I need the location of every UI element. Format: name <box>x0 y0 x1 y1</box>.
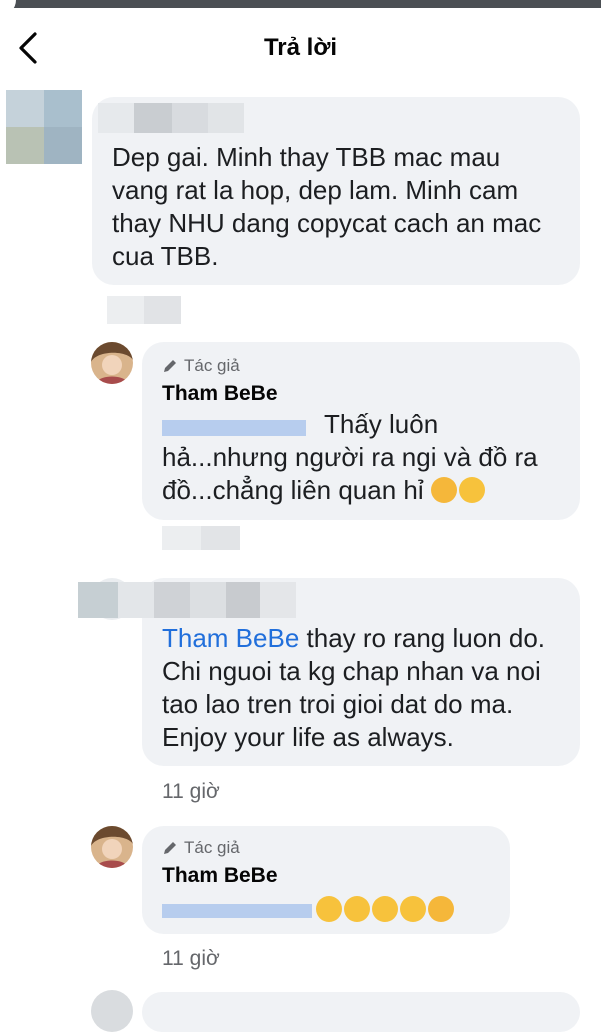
emoji-row <box>316 896 456 923</box>
avatar[interactable] <box>91 990 133 1032</box>
pencil-icon <box>164 842 176 854</box>
mention-redacted[interactable] <box>162 900 312 920</box>
comment-bubble <box>142 992 580 1032</box>
commenter-name[interactable] <box>98 103 244 133</box>
smiling-face-with-hearts-icon <box>428 896 454 922</box>
mention-redacted[interactable] <box>162 416 306 438</box>
author-name[interactable]: Tham BeBe <box>162 382 278 406</box>
comment-text: Thấy luôn <box>324 409 439 439</box>
comment-bubble: Tác giả Tham BeBe <box>142 826 510 934</box>
page-title: Trả lời <box>263 34 338 61</box>
rolling-laughing-icon <box>400 896 426 922</box>
commenter-name[interactable] <box>78 582 296 618</box>
avatar[interactable] <box>6 90 82 164</box>
rolling-laughing-icon <box>316 896 342 922</box>
author-badge-label: Tác giả <box>184 838 240 857</box>
rolling-laughing-icon <box>344 896 370 922</box>
author-name[interactable]: Tham BeBe <box>162 864 278 888</box>
comment-bubble: Dep gai. Minh thay TBB mac mau vang rat … <box>92 97 580 285</box>
comment-bubble: Tham BeBe thay ro rang luon do. Chi nguo… <box>78 578 580 766</box>
timestamp-redacted <box>162 526 240 550</box>
header-bar: Trả lời <box>0 8 601 88</box>
timestamp: 11 giờ <box>162 780 220 803</box>
comment-bubble: Tác giả Tham BeBe Thấy luôn hả...nhưng n… <box>142 342 580 520</box>
comment-text: Dep gai. Minh thay TBB mac mau vang rat … <box>112 142 542 271</box>
comment-text: hả...nhưng người ra ngi và đồ ra đồ...ch… <box>162 442 538 505</box>
timestamp-redacted <box>107 296 181 324</box>
rolling-laughing-icon <box>372 896 398 922</box>
avatar[interactable] <box>91 342 133 384</box>
avatar[interactable] <box>91 826 133 868</box>
smiling-face-with-hearts-icon <box>430 477 457 503</box>
author-badge-label: Tác giả <box>184 356 240 375</box>
mention-link[interactable]: Tham BeBe <box>162 623 299 653</box>
status-strip <box>0 0 601 16</box>
comment-text: Tham BeBe thay ro rang luon do. Chi nguo… <box>162 623 546 752</box>
pencil-icon <box>164 360 176 372</box>
timestamp: 11 giờ <box>162 947 220 970</box>
author-badge: Tác giả <box>162 838 240 858</box>
author-badge: Tác giả <box>162 356 240 376</box>
heart-eyes-icon <box>458 477 485 503</box>
